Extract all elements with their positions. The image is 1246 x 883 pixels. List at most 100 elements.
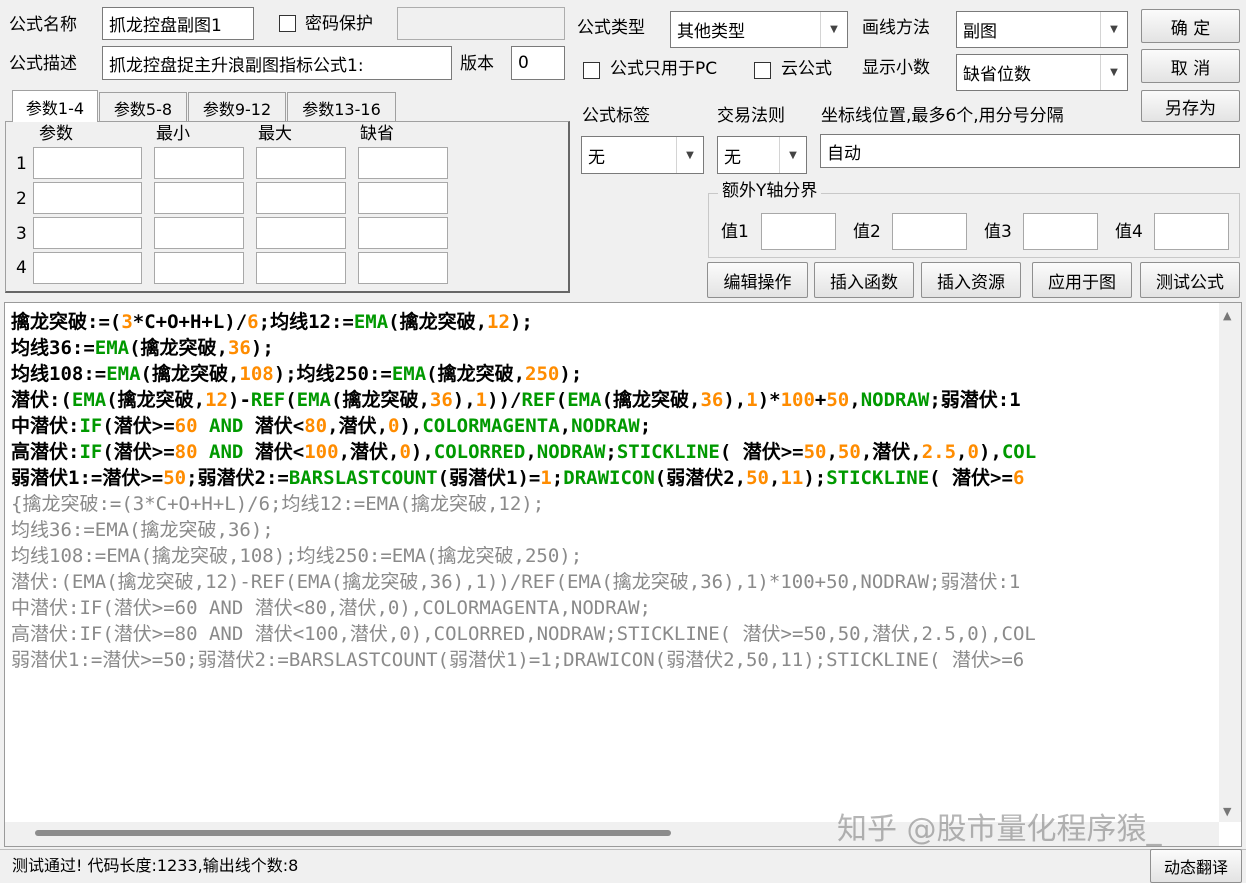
formula-desc-input[interactable]: 抓龙控盘捉主升浪副图指标公式1: [102, 46, 452, 80]
param-row-number: 3 [16, 224, 27, 244]
param-min-input[interactable] [154, 147, 244, 179]
comment-line: 弱潜伏1:=潜伏>=50;弱潜伏2:=BARSLASTCOUNT(弱潜伏1)=1… [11, 649, 1025, 671]
y-value-1-label: 值1 [721, 222, 749, 242]
param-name-input[interactable] [33, 147, 142, 179]
formula-tag-label: 公式标签 [582, 106, 650, 126]
comment-line: 中潜伏:IF(潜伏>=60 AND 潜伏<80,潜伏,0),COLORMAGEN… [11, 597, 651, 619]
code-line: 潜伏:(EMA(擒龙突破,12)-REF(EMA(擒龙突破,36),1))/RE… [11, 389, 1021, 411]
formula-name-label: 公式名称 [9, 15, 77, 35]
code-content[interactable]: 擒龙突破:=(3*C+O+H+L)/6;均线12:=EMA(擒龙突破,12); … [11, 309, 1215, 818]
param-min-input[interactable] [154, 182, 244, 214]
tab-params-5-8[interactable]: 参数5-8 [99, 92, 187, 122]
test-formula-button[interactable]: 测试公式 [1140, 262, 1240, 298]
coord-line-input[interactable]: 自动 [820, 134, 1240, 168]
cloud-label: 云公式 [781, 59, 832, 79]
version-input[interactable]: 0 [511, 46, 565, 80]
param-row-number: 2 [16, 189, 27, 209]
chevron-down-icon: ▼ [676, 137, 703, 173]
formula-name-input[interactable]: 抓龙控盘副图1 [102, 7, 254, 40]
param-row-number: 1 [16, 154, 27, 174]
pc-only-label: 公式只用于PC [610, 59, 718, 79]
tab-params-1-4[interactable]: 参数1-4 [12, 90, 98, 122]
trade-rule-value: 无 [724, 147, 741, 168]
param-row-number: 4 [16, 258, 27, 278]
watermark: 知乎 @股市量化程序猿_ [837, 812, 1162, 847]
y-value-4-label: 值4 [1115, 222, 1143, 242]
param-header-default: 缺省 [360, 124, 394, 144]
formula-tag-select[interactable]: 无 ▼ [581, 136, 704, 174]
password-input[interactable] [397, 7, 565, 40]
param-max-input[interactable] [256, 182, 346, 214]
draw-method-select[interactable]: 副图 ▼ [956, 11, 1128, 48]
param-header-name: 参数 [39, 124, 73, 144]
param-max-input[interactable] [256, 252, 346, 284]
pc-only-checkbox[interactable] [583, 62, 600, 79]
draw-method-value: 副图 [963, 22, 997, 42]
y-value-3-input[interactable] [1023, 213, 1098, 250]
code-line: 均线108:=EMA(擒龙突破,108);均线250:=EMA(擒龙突破,250… [11, 363, 583, 385]
formula-desc-label: 公式描述 [9, 54, 77, 74]
code-line: 中潜伏:IF(潜伏>=60 AND 潜伏<80,潜伏,0),COLORMAGEN… [11, 415, 652, 437]
code-line: 均线36:=EMA(擒龙突破,36); [11, 337, 274, 359]
param-header-min: 最小 [156, 124, 190, 144]
formula-type-select[interactable]: 其他类型 ▼ [670, 11, 848, 48]
cloud-checkbox[interactable] [754, 62, 771, 79]
scroll-up-icon[interactable]: ▲ [1223, 309, 1231, 322]
param-default-input[interactable] [358, 182, 448, 214]
param-min-input[interactable] [154, 217, 244, 249]
chevron-down-icon: ▼ [1100, 55, 1127, 90]
param-default-input[interactable] [358, 252, 448, 284]
param-max-input[interactable] [256, 217, 346, 249]
comment-line: 潜伏:(EMA(擒龙突破,12)-REF(EMA(擒龙突破,36),1))/RE… [11, 571, 1021, 593]
trade-rule-select[interactable]: 无 ▼ [717, 136, 807, 174]
y-value-4-input[interactable] [1154, 213, 1229, 250]
formula-type-label: 公式类型 [577, 18, 645, 38]
comment-line: {擒龙突破:=(3*C+O+H+L)/6;均线12:=EMA(擒龙突破,12); [11, 493, 545, 515]
tab-params-13-16[interactable]: 参数13-16 [287, 92, 396, 122]
y-value-2-input[interactable] [892, 213, 967, 250]
insert-resource-button[interactable]: 插入资源 [921, 262, 1021, 298]
decimals-select[interactable]: 缺省位数 ▼ [956, 54, 1128, 91]
param-name-input[interactable] [33, 182, 142, 214]
decimals-label: 显示小数 [862, 58, 930, 78]
save-as-button[interactable]: 另存为 [1141, 90, 1240, 122]
password-checkbox[interactable] [279, 15, 296, 32]
scroll-down-icon[interactable]: ▼ [1223, 805, 1231, 818]
tab-params-9-12[interactable]: 参数9-12 [188, 92, 286, 122]
cancel-button[interactable]: 取 消 [1141, 49, 1240, 83]
dynamic-translate-button[interactable]: 动态翻译 [1150, 849, 1242, 883]
coord-line-label: 坐标线位置,最多6个,用分号分隔 [821, 106, 1064, 126]
formula-tag-value: 无 [588, 147, 605, 168]
version-label: 版本 [460, 54, 494, 74]
apply-to-chart-button[interactable]: 应用于图 [1032, 262, 1132, 298]
param-max-input[interactable] [256, 147, 346, 179]
comment-line: 均线36:=EMA(擒龙突破,36); [11, 519, 274, 541]
comment-line: 高潜伏:IF(潜伏>=80 AND 潜伏<100,潜伏,0),COLORRED,… [11, 623, 1036, 645]
y-value-1-input[interactable] [761, 213, 836, 250]
password-label: 密码保护 [305, 14, 373, 34]
decimals-value: 缺省位数 [963, 65, 1031, 85]
formula-type-value: 其他类型 [677, 22, 745, 42]
comment-line: 均线108:=EMA(擒龙突破,108);均线250:=EMA(擒龙突破,250… [11, 545, 583, 567]
horizontal-scroll-thumb[interactable] [35, 830, 671, 836]
draw-method-label: 画线方法 [862, 18, 930, 38]
param-header-max: 最大 [258, 124, 292, 144]
param-name-input[interactable] [33, 217, 142, 249]
vertical-scrollbar[interactable]: ▲ ▼ [1219, 303, 1241, 822]
code-line: 高潜伏:IF(潜伏>=80 AND 潜伏<100,潜伏,0),COLORRED,… [11, 441, 1037, 463]
param-default-input[interactable] [358, 217, 448, 249]
param-min-input[interactable] [154, 252, 244, 284]
ok-button[interactable]: 确 定 [1141, 9, 1240, 43]
insert-function-button[interactable]: 插入函数 [814, 262, 914, 298]
edit-operation-button[interactable]: 编辑操作 [707, 262, 808, 298]
trade-rule-label: 交易法则 [717, 106, 785, 126]
code-line: 擒龙突破:=(3*C+O+H+L)/6;均线12:=EMA(擒龙突破,12); [11, 311, 533, 333]
y-value-2-label: 值2 [853, 222, 881, 242]
extra-y-axis-title: 额外Y轴分界 [718, 183, 822, 200]
code-line: 弱潜伏1:=潜伏>=50;弱潜伏2:=BARSLASTCOUNT(弱潜伏1)=1… [11, 467, 1025, 489]
y-value-3-label: 值3 [984, 222, 1012, 242]
param-default-input[interactable] [358, 147, 448, 179]
chevron-down-icon: ▼ [779, 137, 806, 173]
param-name-input[interactable] [33, 252, 142, 284]
code-editor[interactable]: 擒龙突破:=(3*C+O+H+L)/6;均线12:=EMA(擒龙突破,12); … [4, 302, 1242, 847]
